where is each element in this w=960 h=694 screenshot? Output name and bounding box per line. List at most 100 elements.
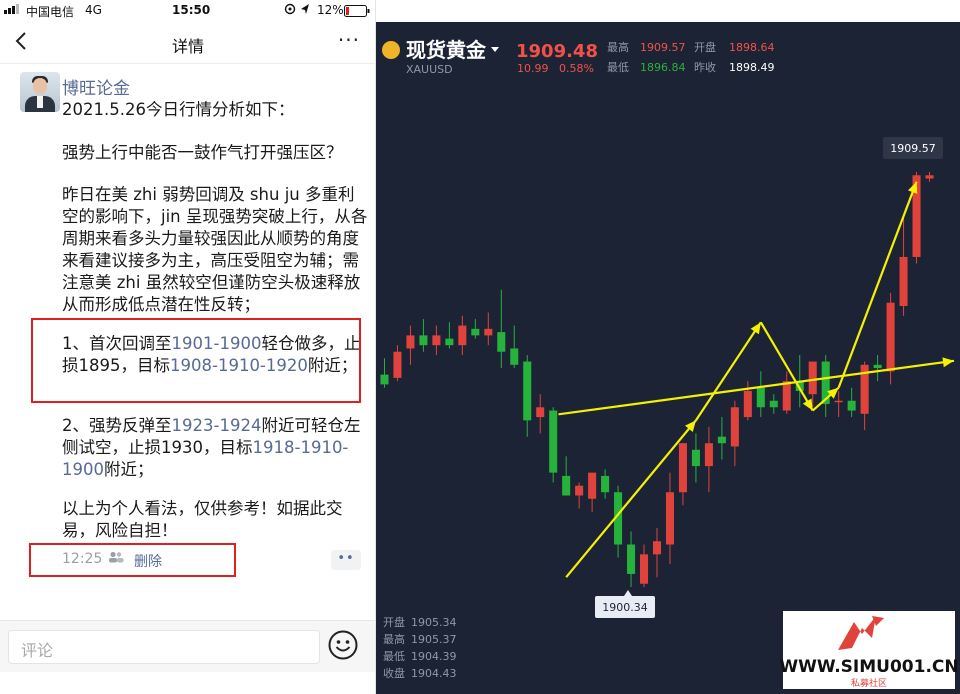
candle-up	[925, 175, 934, 179]
candle-up	[730, 407, 739, 447]
candle-up	[575, 485, 584, 496]
nav-bar: 详情 ···	[0, 22, 375, 64]
comment-input[interactable]: 评论	[8, 630, 320, 664]
candle-up	[484, 328, 493, 336]
info-low-label: 最低	[383, 650, 405, 663]
location-icon	[300, 3, 310, 18]
gold-logo-icon	[382, 41, 400, 59]
author-name[interactable]: 博旺论金	[62, 74, 130, 99]
candle-down	[601, 475, 610, 493]
candle-up	[782, 381, 791, 411]
info-low: 1904.39	[411, 650, 457, 663]
stat-prev: 1898.49	[729, 61, 775, 74]
instrument-symbol: XAUUSD	[406, 63, 453, 76]
stat-open-label: 开盘	[694, 40, 716, 54]
watermark-subtext: 私募社区	[851, 677, 887, 689]
candle-up	[665, 492, 674, 545]
post-question: 强势上行中能否一鼓作气打开强压区？	[62, 143, 343, 162]
stat-high: 1909.57	[640, 41, 686, 54]
candle-down	[627, 544, 636, 574]
battery-icon	[344, 5, 370, 20]
avatar[interactable]	[20, 72, 60, 112]
more-dots-icon[interactable]: ···	[338, 30, 360, 50]
plan2-zone: 1923-1924	[171, 416, 262, 435]
info-open-label: 开盘	[383, 615, 405, 629]
post-plan-2: 2、强势反弹至1923-1924附近可轻仓左侧试空，止损1930，目标1918-…	[62, 415, 368, 481]
candle-up	[743, 390, 752, 418]
candle-up	[704, 443, 713, 467]
stat-open: 1898.64	[729, 41, 775, 54]
comment-action-button[interactable]: ••	[331, 550, 361, 570]
info-high: 1905.37	[411, 633, 457, 646]
candle-down	[756, 387, 765, 408]
network-label: 4G	[85, 3, 102, 17]
post-disclaimer: 以上为个人看法，仅供参考！如据此交易，风险自担！	[62, 499, 343, 540]
candle-down	[510, 348, 519, 365]
candle-up	[406, 335, 415, 349]
candle-down	[717, 436, 726, 444]
candle-up	[432, 335, 441, 346]
candle-down	[549, 410, 558, 473]
info-close: 1904.43	[411, 667, 457, 680]
candle-down	[445, 338, 454, 346]
battery-percent: 12%	[317, 3, 344, 17]
price-change-pct: 0.58%	[559, 62, 594, 75]
candle-up	[678, 443, 687, 493]
candle-up	[640, 554, 649, 584]
smiley-icon[interactable]	[327, 629, 359, 661]
high-tag-label: 1909.57	[890, 142, 936, 155]
info-close-label: 收盘	[383, 666, 405, 680]
candle-up	[652, 541, 662, 555]
ohlc-info: 开盘 1905.34 最高 1905.37 最低 1904.39 收盘 1904…	[383, 615, 457, 680]
last-price: 1909.48	[516, 41, 598, 62]
stat-low-label: 最低	[607, 61, 629, 74]
stat-low: 1896.84	[640, 61, 686, 74]
clock: 15:50	[172, 3, 211, 17]
highlight-box-plan1	[31, 318, 361, 403]
candle-down	[691, 449, 700, 467]
rotation-lock-icon	[284, 3, 296, 18]
candles-layer	[380, 172, 934, 587]
support-trendline-arrowhead	[942, 357, 954, 368]
watermark-text: WWW.SIMU001.CN	[779, 657, 958, 677]
instrument-name[interactable]: 现货黄金	[406, 38, 487, 62]
high-price-tag: 1909.57	[883, 137, 943, 159]
candle-down	[769, 400, 778, 408]
plan2-suffix: 附近；	[104, 460, 154, 479]
low-tag-label: 1900.34	[602, 601, 648, 614]
highlight-box-meta	[29, 543, 236, 577]
candle-down	[523, 361, 532, 421]
chart-panel: 现货黄金 XAUUSD 1909.48 10.99 0.58% 最高 1909.…	[376, 22, 960, 694]
candle-up	[458, 325, 467, 346]
comment-bar: 评论	[0, 620, 375, 672]
support-trendline	[558, 359, 955, 416]
signal-icon	[4, 3, 22, 17]
candle-down	[562, 475, 571, 496]
candle-up	[834, 400, 843, 403]
page-title: 详情	[171, 37, 204, 56]
candle-up	[808, 361, 817, 395]
chart-header: 现货黄金 XAUUSD 1909.48 10.99 0.58% 最高 1909.…	[382, 38, 775, 76]
candle-up	[536, 407, 545, 418]
wechat-moment-detail: 中国电信 4G 15:50 12% 详情 ··· 博旺论金 2021.5.26今…	[0, 0, 376, 694]
post-date-line: 2021.5.26今日行情分析如下：	[62, 100, 295, 119]
candle-up	[588, 472, 597, 499]
candle-down	[497, 332, 506, 352]
candle-up	[393, 351, 402, 378]
dropdown-caret-icon[interactable]	[491, 47, 499, 52]
candlestick-chart: 现货黄金 XAUUSD 1909.48 10.99 0.58% 最高 1909.…	[380, 38, 959, 689]
candle-down	[380, 374, 389, 385]
info-open: 1905.34	[411, 616, 457, 629]
candle-down	[873, 364, 882, 369]
status-bar: 中国电信 4G 15:50 12%	[0, 0, 375, 22]
candle-up	[886, 302, 895, 372]
low-price-tag: 1900.34	[595, 590, 655, 618]
zigzag-arrow-arrowhead	[750, 322, 761, 335]
stat-prev-label: 昨收	[694, 60, 716, 74]
candle-down	[419, 335, 428, 346]
candle-down	[471, 328, 480, 336]
watermark: WWW.SIMU001.CN 私募社区	[779, 611, 959, 689]
info-high-label: 最高	[383, 632, 405, 646]
plan2-prefix: 2、强势反弹至	[62, 416, 172, 435]
carrier-label: 中国电信	[26, 5, 75, 19]
